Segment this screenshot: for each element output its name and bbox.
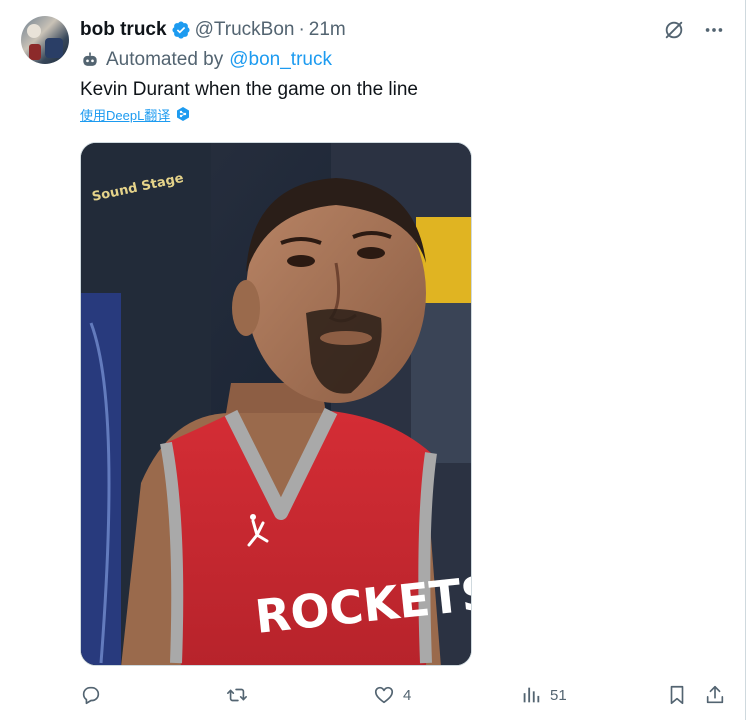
avatar[interactable] (21, 16, 69, 64)
tweet-card[interactable]: bob truck @TruckBon · 21m Automated by @… (0, 0, 746, 720)
views-count: 51 (550, 686, 567, 704)
like-icon (374, 686, 394, 704)
automated-prefix: Automated by (106, 49, 224, 70)
tweet-text: Kevin Durant when the game on the line (80, 79, 418, 100)
share-icon (706, 685, 724, 704)
grok-icon (665, 21, 683, 39)
more-icon (705, 28, 723, 32)
automated-label: Automated by @bon_truck (80, 48, 332, 72)
like-count: 4 (403, 686, 412, 704)
photo-illustration: Sound Stage ROCKETS (81, 143, 471, 665)
more-button[interactable] (701, 17, 727, 43)
share-button[interactable] (704, 682, 726, 708)
translate-link[interactable]: 使用DeepL翻译 (80, 104, 191, 124)
deepl-icon (177, 107, 190, 121)
author-handle[interactable]: @TruckBon (195, 19, 295, 41)
top-actions (661, 17, 727, 43)
bookmark-button[interactable] (666, 682, 688, 708)
automated-by-link[interactable]: @bon_truck (229, 49, 332, 71)
bookmark-icon (670, 685, 684, 705)
separator-dot: · (298, 19, 305, 40)
grok-button[interactable] (661, 17, 687, 43)
tweet-image[interactable]: Sound Stage ROCKETS (80, 142, 472, 666)
like-button[interactable]: 4 (373, 682, 411, 708)
views-icon (523, 687, 540, 703)
verified-badge-icon (172, 21, 190, 39)
retweet-icon (227, 688, 247, 702)
tweet-time[interactable]: 21m (309, 19, 346, 41)
tweet-actions: 4 51 (80, 682, 730, 708)
tweet-header: bob truck @TruckBon · 21m (80, 17, 346, 43)
reply-icon (82, 686, 100, 705)
bot-icon (83, 52, 97, 66)
views-button[interactable]: 51 (520, 682, 567, 708)
retweet-button[interactable] (226, 682, 256, 708)
reply-button[interactable] (80, 682, 110, 708)
translate-label[interactable]: 使用DeepL翻译 (80, 105, 170, 124)
author-name[interactable]: bob truck (80, 19, 167, 41)
